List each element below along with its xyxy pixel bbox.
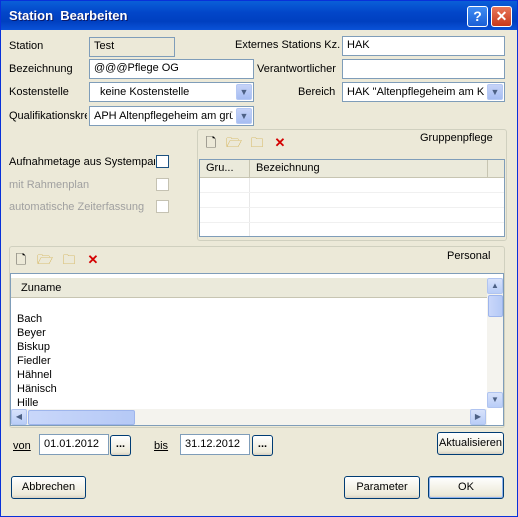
verantwortlicher-field[interactable] [342,59,505,79]
qualifikation-label: Qualifikationskre [9,110,87,122]
von-date-picker-button[interactable]: ... [110,435,131,456]
close-button[interactable]: ✕ [491,6,512,27]
cancel-button[interactable]: Abbrechen [11,476,86,499]
chevron-down-icon[interactable]: ▼ [236,84,252,100]
column-header-zuname[interactable]: Zuname [11,278,487,298]
help-button[interactable]: ? [467,6,488,27]
list-item[interactable]: Hänisch [17,383,57,397]
delete-icon[interactable]: ✕ [85,252,101,268]
kostenstelle-select[interactable]: keine Kostenstelle ▼ [89,82,254,102]
bereich-label: Bereich [298,86,336,98]
edit-folder-icon[interactable]: 🗀 [61,252,77,268]
list-item[interactable]: Biskup [17,341,50,355]
list-item[interactable]: Fiedler [17,355,51,369]
column-header-gru[interactable]: Gru... [200,160,250,178]
chevron-down-icon[interactable]: ▼ [487,84,503,100]
zeiterfassung-checkbox[interactable] [156,200,169,213]
title-bar[interactable]: Station Bearbeiten ? ✕ [1,1,517,30]
parameter-button[interactable]: Parameter [344,476,420,499]
station-label: Station [9,40,44,52]
scroll-right-icon[interactable]: ▶ [470,409,486,425]
qualifikation-value: APH Altenpflegeheim am grür [94,110,233,122]
column-header-filler [488,160,504,178]
scroll-thumb[interactable] [488,295,503,317]
dialog-window: Station Bearbeiten ? ✕ Station Test Beze… [0,0,518,517]
bezeichnung-field[interactable]: @@@Pflege OG [89,59,254,79]
bis-date-picker-button[interactable]: ... [252,435,273,456]
qualifikation-select[interactable]: APH Altenpflegeheim am grür ▼ [89,106,254,126]
vertical-scrollbar[interactable]: ▲ ▼ [487,278,503,408]
column-header-bezeichnung[interactable]: Bezeichnung [250,160,488,178]
aufnahmetage-checkbox[interactable] [156,155,169,168]
scroll-thumb[interactable] [28,410,135,425]
open-folder-icon[interactable]: 🗁 [37,252,53,268]
gruppenpflege-title: Gruppenpflege [420,132,493,144]
gruppenpflege-grid[interactable]: Gru... Bezeichnung [199,159,505,237]
aktualisieren-button[interactable]: Aktualisieren [437,432,504,455]
list-item[interactable]: Bach [17,313,42,327]
row-divider [200,207,504,208]
personal-title: Personal [447,250,491,262]
rahmenplan-label: mit Rahmenplan [9,179,90,191]
kostenstelle-value: keine Kostenstelle [100,86,190,98]
von-label: von [13,440,31,452]
ok-button[interactable]: OK [428,476,504,499]
rahmenplan-checkbox[interactable] [156,178,169,191]
edit-folder-icon[interactable]: 🗀 [249,135,265,151]
bereich-value: HAK "Altenpflegeheim am Kur [347,86,484,98]
zeiterfassung-label: automatische Zeiterfassung [9,201,145,213]
externes-kz-label: Externes Stations Kz. [235,39,341,51]
row-divider [200,222,504,223]
verantwortlicher-label: Verantwortlicher [257,63,336,75]
aufnahmetage-label: Aufnahmetage aus Systemparame [9,156,155,168]
new-document-icon[interactable]: 🗋 [13,252,29,268]
bezeichnung-label: Bezeichnung [9,63,73,75]
open-folder-icon[interactable]: 🗁 [226,135,242,151]
externes-kz-field[interactable]: HAK [342,36,505,56]
chevron-down-icon[interactable]: ▼ [236,108,252,124]
scroll-left-icon[interactable]: ◀ [11,409,27,425]
delete-icon[interactable]: ✕ [272,135,288,151]
station-field: Test [89,37,175,57]
row-divider [200,192,504,193]
scroll-down-icon[interactable]: ▼ [487,392,503,408]
von-date-field[interactable]: 01.01.2012 [39,434,109,455]
horizontal-scrollbar[interactable]: ◀ ▶ [11,409,487,425]
list-item[interactable]: Beyer [17,327,46,341]
bis-label: bis [154,440,169,452]
personal-grid[interactable]: Zuname Bach Beyer Biskup Fiedler Hähnel … [10,273,504,426]
scroll-up-icon[interactable]: ▲ [487,278,503,294]
new-document-icon[interactable]: 🗋 [203,135,219,151]
list-item[interactable]: Hähnel [17,369,52,383]
bis-date-field[interactable]: 31.12.2012 [180,434,250,455]
kostenstelle-label: Kostenstelle [9,86,69,98]
window-title: Station Bearbeiten [9,8,128,23]
bereich-select[interactable]: HAK "Altenpflegeheim am Kur ▼ [342,82,505,102]
